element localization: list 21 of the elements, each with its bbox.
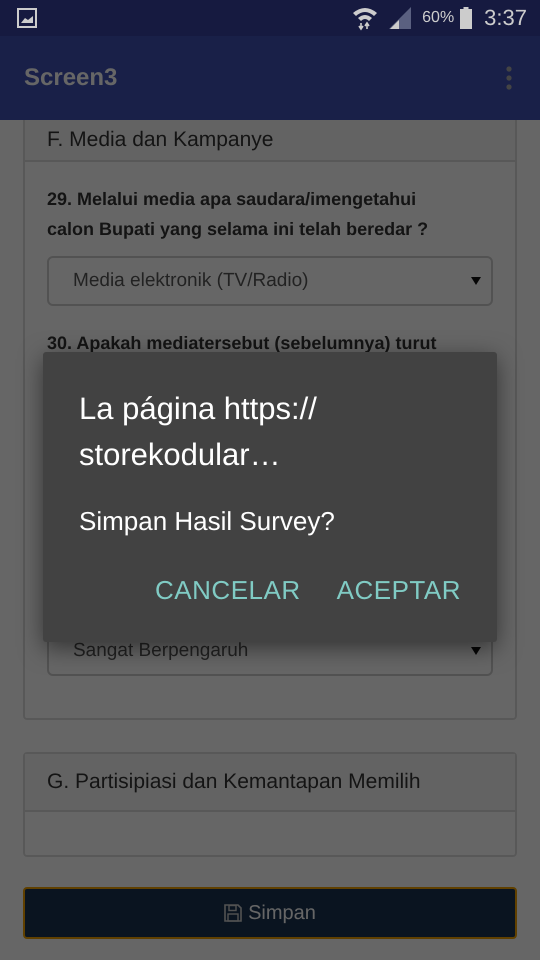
battery-percent: 60% <box>422 9 454 27</box>
picture-icon <box>17 8 37 28</box>
screen-title: Screen3 <box>24 64 118 92</box>
dialog-message: Simpan Hasil Survey? <box>79 506 336 537</box>
question-text: 29. Melalui media apa saudara/imengetahui calon Bupati yang selama ini telah beredar ? <box>47 188 430 241</box>
wifi-icon <box>352 5 378 31</box>
caret-icon <box>471 647 481 655</box>
save-icon <box>224 904 242 922</box>
question-text: 30. Apakah mediatersebut (sebelumnya) turut <box>47 332 438 355</box>
signal-icon <box>388 6 412 30</box>
more-icon[interactable] <box>506 66 512 90</box>
dialog-title: La página https:// storekodular… <box>79 390 318 474</box>
answer-dropdown[interactable]: Media elektronik (TV/Radio) <box>47 256 493 306</box>
clock: 3:37 <box>484 5 527 31</box>
battery-icon <box>460 7 472 29</box>
section-title: F. Media dan Kampanye <box>47 128 274 152</box>
save-button[interactable]: Simpan <box>23 887 517 939</box>
section-title: G. Partisipiasi dan Kemantapan Memilih <box>47 770 421 794</box>
caret-icon <box>471 277 481 285</box>
dialog-button[interactable]: ACEPTAR <box>336 575 461 606</box>
dialog-button[interactable]: CANCELAR <box>155 575 301 606</box>
